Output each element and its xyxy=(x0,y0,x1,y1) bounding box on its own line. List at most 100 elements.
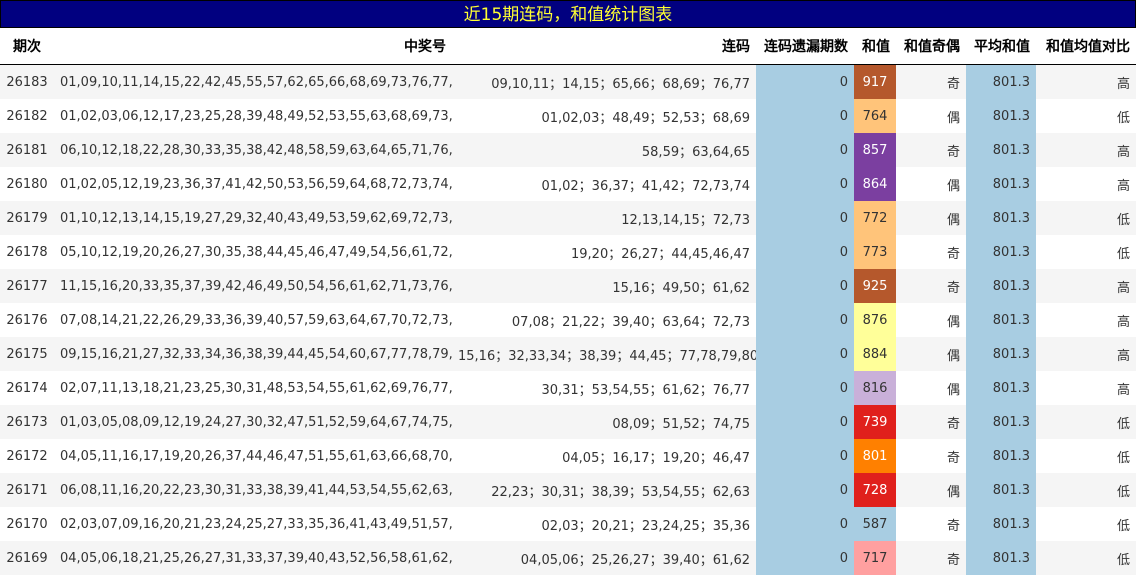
cell-miss: 0 xyxy=(756,507,854,541)
header-compare: 和值均值对比 xyxy=(1036,28,1136,65)
table-row: 26178 05,10,12,19,20,26,27,30,35,38,44,45… xyxy=(0,235,1136,269)
cell-numbers: 01,02,05,12,19,23,36,37,41,42,50,53,56,5… xyxy=(54,167,452,201)
cell-parity: 奇 xyxy=(896,64,966,99)
header-avg: 平均和值 xyxy=(966,28,1036,65)
table-row: 26172 04,05,11,16,17,19,20,26,37,44,46,47… xyxy=(0,439,1136,473)
cell-sum: 917 xyxy=(854,64,896,99)
table-row: 26179 01,10,12,13,14,15,19,27,29,32,40,43… xyxy=(0,201,1136,235)
cell-consecutive: 30,31；53,54,55；61,62；76,77 xyxy=(452,371,756,405)
cell-compare: 低 xyxy=(1036,541,1136,575)
cell-consecutive: 04,05,06；25,26,27；39,40；61,62 xyxy=(452,541,756,575)
cell-parity: 偶 xyxy=(896,201,966,235)
cell-numbers: 01,10,12,13,14,15,19,27,29,32,40,43,49,5… xyxy=(54,201,452,235)
cell-consecutive: 15,16；32,33,34；38,39；44,45；77,78,79,80 xyxy=(452,337,756,371)
cell-miss: 0 xyxy=(756,303,854,337)
cell-consecutive: 02,03；20,21；23,24,25；35,36 xyxy=(452,507,756,541)
cell-consecutive: 12,13,14,15；72,73 xyxy=(452,201,756,235)
cell-compare: 高 xyxy=(1036,303,1136,337)
cell-compare: 低 xyxy=(1036,201,1136,235)
cell-miss: 0 xyxy=(756,337,854,371)
cell-issue: 26173 xyxy=(0,405,54,439)
cell-parity: 偶 xyxy=(896,99,966,133)
cell-sum: 857 xyxy=(854,133,896,167)
header-miss: 连码遗漏期数 xyxy=(756,28,854,65)
cell-sum: 925 xyxy=(854,269,896,303)
cell-numbers: 01,03,05,08,09,12,19,24,27,30,32,47,51,5… xyxy=(54,405,452,439)
cell-sum: 772 xyxy=(854,201,896,235)
cell-compare: 高 xyxy=(1036,64,1136,99)
cell-issue: 26174 xyxy=(0,371,54,405)
cell-parity: 奇 xyxy=(896,133,966,167)
cell-compare: 低 xyxy=(1036,405,1136,439)
cell-consecutive: 15,16；49,50；61,62 xyxy=(452,269,756,303)
cell-issue: 26182 xyxy=(0,99,54,133)
cell-issue: 26180 xyxy=(0,167,54,201)
cell-compare: 低 xyxy=(1036,235,1136,269)
table-row: 26169 04,05,06,18,21,25,26,27,31,33,37,39… xyxy=(0,541,1136,575)
table-header-row: 期次 中奖号 连码 连码遗漏期数 和值 和值奇偶 平均和值 和值均值对比 xyxy=(0,28,1136,65)
cell-avg: 801.3 xyxy=(966,337,1036,371)
cell-parity: 奇 xyxy=(896,541,966,575)
table-row: 26171 06,08,11,16,20,22,23,30,31,33,38,39… xyxy=(0,473,1136,507)
cell-compare: 低 xyxy=(1036,439,1136,473)
cell-avg: 801.3 xyxy=(966,269,1036,303)
cell-parity: 奇 xyxy=(896,235,966,269)
cell-avg: 801.3 xyxy=(966,507,1036,541)
cell-consecutive: 22,23；30,31；38,39；53,54,55；62,63 xyxy=(452,473,756,507)
cell-avg: 801.3 xyxy=(966,201,1036,235)
cell-numbers: 01,09,10,11,14,15,22,42,45,55,57,62,65,6… xyxy=(54,64,452,99)
cell-sum: 587 xyxy=(854,507,896,541)
page-title: 近15期连码，和值统计图表 xyxy=(0,0,1136,28)
cell-compare: 高 xyxy=(1036,167,1136,201)
cell-compare: 低 xyxy=(1036,99,1136,133)
cell-issue: 26171 xyxy=(0,473,54,507)
cell-sum: 764 xyxy=(854,99,896,133)
cell-compare: 高 xyxy=(1036,337,1136,371)
cell-compare: 低 xyxy=(1036,473,1136,507)
cell-sum: 876 xyxy=(854,303,896,337)
header-parity: 和值奇偶 xyxy=(896,28,966,65)
cell-miss: 0 xyxy=(756,167,854,201)
cell-issue: 26175 xyxy=(0,337,54,371)
cell-issue: 26178 xyxy=(0,235,54,269)
cell-miss: 0 xyxy=(756,405,854,439)
table-body: 26183 01,09,10,11,14,15,22,42,45,55,57,62… xyxy=(0,64,1136,575)
table-row: 26181 06,10,12,18,22,28,30,33,35,38,42,48… xyxy=(0,133,1136,167)
cell-miss: 0 xyxy=(756,99,854,133)
table-row: 26175 09,15,16,21,27,32,33,34,36,38,39,44… xyxy=(0,337,1136,371)
stats-table: 期次 中奖号 连码 连码遗漏期数 和值 和值奇偶 平均和值 和值均值对比 261… xyxy=(0,28,1136,575)
cell-numbers: 04,05,06,18,21,25,26,27,31,33,37,39,40,4… xyxy=(54,541,452,575)
cell-avg: 801.3 xyxy=(966,371,1036,405)
cell-numbers: 01,02,03,06,12,17,23,25,28,39,48,49,52,5… xyxy=(54,99,452,133)
cell-avg: 801.3 xyxy=(966,133,1036,167)
cell-miss: 0 xyxy=(756,371,854,405)
cell-avg: 801.3 xyxy=(966,235,1036,269)
cell-avg: 801.3 xyxy=(966,99,1036,133)
cell-consecutive: 04,05；16,17；19,20；46,47 xyxy=(452,439,756,473)
cell-compare: 低 xyxy=(1036,507,1136,541)
cell-consecutive: 19,20；26,27；44,45,46,47 xyxy=(452,235,756,269)
cell-numbers: 06,08,11,16,20,22,23,30,31,33,38,39,41,4… xyxy=(54,473,452,507)
cell-parity: 偶 xyxy=(896,303,966,337)
header-numbers: 中奖号 xyxy=(54,28,452,65)
table-row: 26176 07,08,14,21,22,26,29,33,36,39,40,57… xyxy=(0,303,1136,337)
cell-miss: 0 xyxy=(756,473,854,507)
cell-sum: 739 xyxy=(854,405,896,439)
cell-issue: 26169 xyxy=(0,541,54,575)
cell-consecutive: 01,02,03；48,49；52,53；68,69 xyxy=(452,99,756,133)
cell-avg: 801.3 xyxy=(966,439,1036,473)
cell-compare: 高 xyxy=(1036,371,1136,405)
cell-issue: 26181 xyxy=(0,133,54,167)
cell-numbers: 09,15,16,21,27,32,33,34,36,38,39,44,45,5… xyxy=(54,337,452,371)
cell-miss: 0 xyxy=(756,201,854,235)
cell-numbers: 02,07,11,13,18,21,23,25,30,31,48,53,54,5… xyxy=(54,371,452,405)
cell-sum: 884 xyxy=(854,337,896,371)
cell-parity: 奇 xyxy=(896,507,966,541)
cell-numbers: 02,03,07,09,16,20,21,23,24,25,27,33,35,3… xyxy=(54,507,452,541)
cell-compare: 高 xyxy=(1036,269,1136,303)
cell-numbers: 04,05,11,16,17,19,20,26,37,44,46,47,51,5… xyxy=(54,439,452,473)
table-row: 26173 01,03,05,08,09,12,19,24,27,30,32,47… xyxy=(0,405,1136,439)
cell-miss: 0 xyxy=(756,133,854,167)
cell-numbers: 07,08,14,21,22,26,29,33,36,39,40,57,59,6… xyxy=(54,303,452,337)
cell-parity: 偶 xyxy=(896,167,966,201)
